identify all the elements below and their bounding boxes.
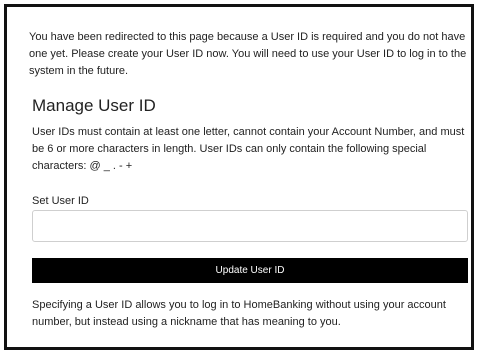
set-user-id-label: Set User ID — [32, 195, 89, 207]
user-id-rules: User IDs must contain at least one lette… — [32, 126, 465, 172]
update-user-id-button[interactable]: Update User ID — [32, 258, 468, 283]
user-id-input[interactable] — [32, 210, 468, 242]
user-id-explanation: Specifying a User ID allows you to log i… — [32, 299, 446, 328]
redirect-notice: You have been redirected to this page be… — [29, 31, 467, 77]
page-title: Manage User ID — [32, 96, 156, 115]
